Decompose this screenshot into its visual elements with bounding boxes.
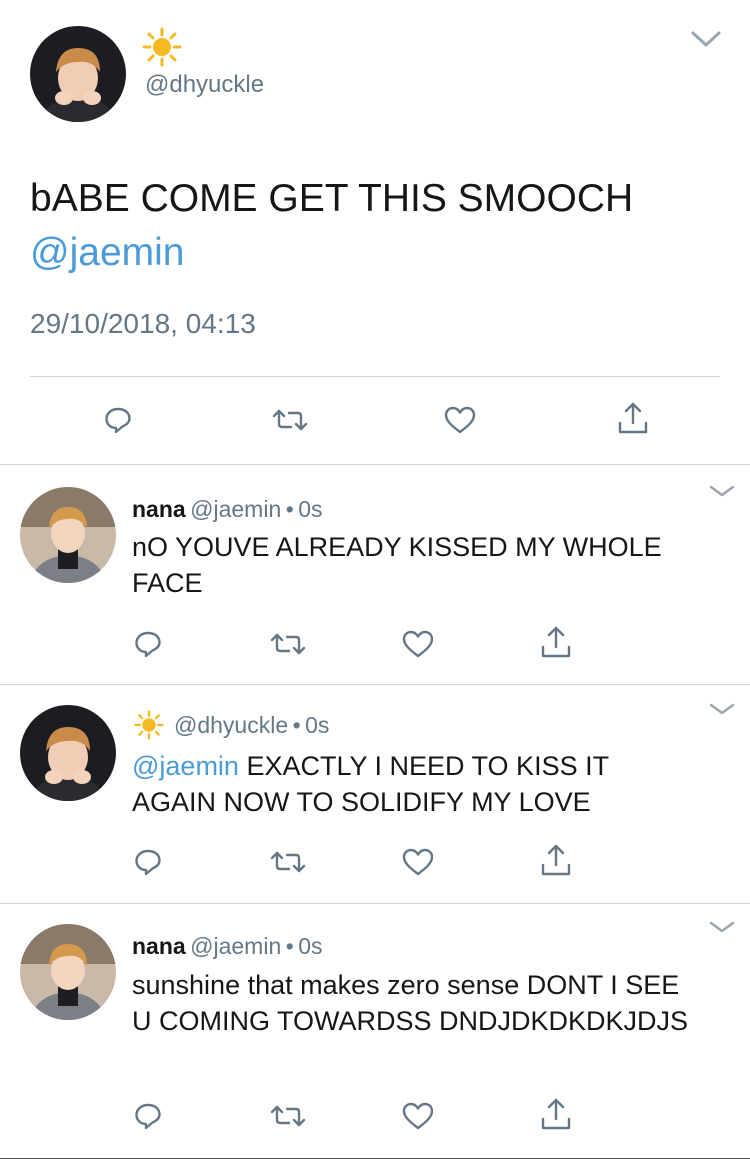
share-button[interactable]: [536, 1094, 576, 1134]
chevron-down-icon[interactable]: [708, 484, 736, 498]
like-button[interactable]: [440, 400, 480, 440]
reply-header: @dhyuckle • 0s: [134, 710, 329, 740]
retweet-icon: [272, 409, 308, 431]
reply-author-name[interactable]: nana: [132, 933, 186, 959]
share-icon: [618, 402, 648, 434]
like-button[interactable]: [398, 842, 438, 882]
reply-header: nana @jaemin • 0s: [132, 933, 323, 960]
reply-body: sunshine that makes zero sense DONT I SE…: [132, 970, 689, 1036]
heart-icon: [402, 848, 434, 876]
sun-icon: [134, 710, 164, 740]
mention-link[interactable]: @jaemin: [132, 751, 239, 781]
main-tweet-body: bABE COME GET THIS SMOOCH: [30, 177, 634, 220]
sun-icon: [142, 27, 182, 67]
meta-separator: •: [285, 496, 294, 522]
reply-author-name[interactable]: nana: [132, 496, 186, 522]
reply-icon: [135, 631, 161, 658]
reply-icon: [135, 849, 161, 876]
divider: [0, 464, 750, 465]
retweet-button[interactable]: [268, 1096, 308, 1136]
retweet-icon: [270, 1105, 306, 1127]
reply-body: nO YOUVE ALREADY KISSED MY WHOLE FACE: [132, 532, 662, 598]
share-icon: [541, 1098, 571, 1130]
retweet-button[interactable]: [268, 624, 308, 664]
reply-text: @jaemin EXACTLY I NEED TO KISS IT AGAIN …: [132, 748, 692, 820]
reply-text: nO YOUVE ALREADY KISSED MY WHOLE FACE: [132, 529, 722, 601]
avatar-dhyuckle[interactable]: [20, 705, 116, 801]
main-tweet-timestamp: 29/10/2018, 04:13: [30, 308, 256, 339]
reply-text: sunshine that makes zero sense DONT I SE…: [132, 967, 692, 1039]
meta-separator: •: [292, 711, 301, 738]
reply-button[interactable]: [128, 624, 168, 664]
avatar-jaemin[interactable]: [20, 924, 116, 1020]
divider: [0, 684, 750, 685]
divider: [0, 903, 750, 904]
reply-icon: [135, 1103, 161, 1130]
reply-handle[interactable]: @jaemin: [190, 496, 281, 522]
share-button[interactable]: [613, 398, 653, 438]
reply-icon: [105, 407, 131, 434]
chevron-down-icon[interactable]: [708, 702, 736, 716]
main-tweet-handle[interactable]: @dhyuckle: [145, 71, 264, 99]
share-button[interactable]: [536, 840, 576, 880]
retweet-button[interactable]: [268, 842, 308, 882]
share-icon: [541, 626, 571, 658]
reply-time: 0s: [305, 711, 330, 738]
mention-link[interactable]: @jaemin: [30, 231, 184, 274]
chevron-down-icon[interactable]: [690, 30, 722, 48]
heart-icon: [402, 1102, 434, 1130]
divider: [0, 1158, 750, 1159]
like-button[interactable]: [398, 1096, 438, 1136]
like-button[interactable]: [398, 624, 438, 664]
retweet-icon: [270, 851, 306, 873]
reply-button[interactable]: [98, 400, 138, 440]
reply-time: 0s: [298, 933, 323, 959]
reply-handle[interactable]: @jaemin: [190, 933, 281, 959]
heart-icon: [402, 630, 434, 658]
meta-separator: •: [285, 933, 294, 959]
retweet-icon: [270, 633, 306, 655]
divider: [30, 376, 720, 377]
reply-handle[interactable]: @dhyuckle: [174, 712, 288, 739]
reply-button[interactable]: [128, 842, 168, 882]
reply-time: 0s: [298, 496, 323, 522]
retweet-button[interactable]: [270, 400, 310, 440]
avatar-dhyuckle[interactable]: [30, 26, 126, 122]
share-button[interactable]: [536, 622, 576, 662]
main-tweet-text: bABE COME GET THIS SMOOCH @jaemin: [30, 172, 720, 280]
reply-header: nana @jaemin • 0s: [132, 496, 323, 523]
chevron-down-icon[interactable]: [708, 920, 736, 934]
share-icon: [541, 844, 571, 876]
avatar-jaemin[interactable]: [20, 487, 116, 583]
heart-icon: [444, 406, 476, 434]
reply-button[interactable]: [128, 1096, 168, 1136]
